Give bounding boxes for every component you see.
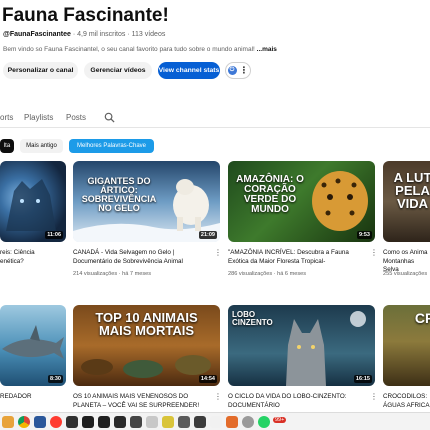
- title-line: reis: Ciência: [0, 249, 35, 256]
- video-title[interactable]: CROCODILOS: ÁGUAS AFRICA: [383, 393, 430, 410]
- chip-recent[interactable]: lta: [0, 139, 14, 153]
- more-vert-icon[interactable]: ⋮: [370, 393, 378, 401]
- video-title[interactable]: CANADÁ - Vida Selvagem no Gelo | Documen…: [73, 249, 213, 266]
- opera-icon[interactable]: [50, 416, 62, 428]
- channel-description[interactable]: Bem vindo so Fauna Fascinantel, o seu ca…: [3, 46, 277, 53]
- tab-posts[interactable]: Posts: [66, 113, 86, 122]
- title-line: ÁGUAS AFRICA: [383, 401, 430, 409]
- search-icon[interactable]: [104, 112, 115, 123]
- os-taskbar: 99+: [0, 412, 430, 430]
- app-icon[interactable]: [162, 416, 174, 428]
- title-line: "AMAZÔNIA INCRÍVEL: Descubra a Fauna: [228, 249, 349, 256]
- title-line: CANADÁ - Vida Selvagem no Gelo |: [73, 249, 175, 256]
- video-title[interactable]: O CICLO DA VIDA DO LOBO-CINZENTO: DOCUME…: [228, 393, 368, 410]
- title-line: Como os Anima: [383, 249, 428, 256]
- video-meta: 255 visualizações: [383, 271, 428, 277]
- app-icon[interactable]: [34, 416, 46, 428]
- duration-badge: 21:09: [198, 231, 217, 239]
- app-icon[interactable]: [98, 416, 110, 428]
- thumbnail-overlay-text: CR: [414, 310, 430, 326]
- thumbnail-overlay-text: GIGANTES DO ÁRTICO: SOBREVIVÊNCIA NO GEL…: [81, 176, 157, 213]
- video-title[interactable]: reis: Ciência enética?: [0, 249, 66, 266]
- customize-channel-button[interactable]: Personalizar o canal: [3, 62, 78, 79]
- video-meta: 214 visualizações · há 7 meses: [73, 271, 152, 277]
- title-line: OS 10 ANIMAIS MAIS VENENOSOS DO: [73, 393, 189, 400]
- app-icon[interactable]: [146, 416, 158, 428]
- app-icon[interactable]: [226, 416, 238, 428]
- channel-tabs: orts Playlists Posts: [0, 108, 430, 128]
- video-title[interactable]: REDADOR: [0, 393, 66, 402]
- channel-handle: @FaunaFascinantee: [3, 31, 71, 38]
- view-channel-stats-button[interactable]: View channel stats: [158, 62, 220, 79]
- description-text: Bem vindo so Fauna Fascinantel, o seu ca…: [3, 46, 255, 53]
- video-title[interactable]: OS 10 ANIMAIS MAIS VENENOSOS DO PLANETA …: [73, 393, 213, 410]
- more-vert-icon[interactable]: ⋮: [214, 249, 222, 257]
- title-line: DOCUMENTÁRIO: [228, 401, 280, 409]
- video-meta: 286 visualizações · há 6 meses: [228, 271, 307, 277]
- video-title[interactable]: "AMAZÔNIA INCRÍVEL: Descubra a Fauna Exó…: [228, 249, 368, 266]
- video-count: 113 vídeos: [131, 31, 166, 38]
- app-icon[interactable]: [194, 416, 206, 428]
- more-vert-icon: ⋮: [239, 65, 249, 75]
- duration-badge: 14:54: [198, 375, 217, 383]
- chrome-icon[interactable]: [18, 416, 30, 428]
- tab-shorts[interactable]: orts: [0, 113, 13, 122]
- wolf-silhouette-icon: [6, 179, 56, 231]
- shark-icon: [2, 325, 64, 359]
- thumbnail-overlay-text: LOBO CINZENTO: [232, 310, 273, 327]
- more-link[interactable]: ...mais: [257, 46, 277, 53]
- app-icon[interactable]: [178, 416, 190, 428]
- title-line: Documentário de Sobrevivência Animal: [73, 257, 183, 265]
- app-icon[interactable]: [66, 416, 78, 428]
- video-thumbnail[interactable]: 8:30: [0, 305, 66, 386]
- thumbnail-overlay-text: AMAZÔNIA: O CORAÇÃO VERDE DO MUNDO: [236, 174, 304, 215]
- manage-videos-button[interactable]: Gerenciar vídeos: [84, 62, 152, 79]
- app-icon[interactable]: [130, 416, 142, 428]
- video-thumbnail[interactable]: CR: [383, 305, 430, 386]
- tab-playlists[interactable]: Playlists: [24, 113, 53, 122]
- duration-badge: 9:53: [356, 231, 372, 239]
- video-thumbnail[interactable]: 11:06: [0, 161, 66, 242]
- channel-title: Fauna Fascinante!: [2, 5, 169, 26]
- chip-best-keywords[interactable]: Melhores Palavras-Chave: [69, 139, 154, 153]
- thumbnail-overlay-text: TOP 10 ANIMAIS MAIS MORTAIS: [95, 310, 198, 338]
- title-line: REDADOR: [0, 393, 32, 400]
- title-line: Exótica da Maior Floresta Tropical-: [228, 257, 326, 265]
- app-icon[interactable]: [210, 416, 222, 428]
- file-explorer-icon[interactable]: [2, 416, 14, 428]
- app-icon[interactable]: [114, 416, 126, 428]
- channel-meta: @FaunaFascinantee · 4,9 mil inscritos · …: [3, 31, 165, 38]
- whatsapp-icon[interactable]: [258, 416, 270, 428]
- video-thumbnail[interactable]: LOBO CINZENTO 16:15: [228, 305, 375, 386]
- title-line: enética?: [0, 257, 24, 265]
- notification-badge: 99+: [273, 417, 287, 423]
- duration-badge: 11:06: [45, 231, 63, 239]
- video-thumbnail[interactable]: A LUT PELA VIDA: [383, 161, 430, 242]
- title-line: CROCODILOS:: [383, 393, 428, 400]
- capcut-icon[interactable]: [82, 416, 94, 428]
- more-vert-icon[interactable]: ⋮: [370, 249, 378, 257]
- more-vert-icon[interactable]: ⋮: [214, 393, 222, 401]
- title-line: PLANETA – VOCÊ VAI SE SURPREENDER!: [73, 401, 200, 409]
- video-thumbnail[interactable]: GIGANTES DO ÁRTICO: SOBREVIVÊNCIA NO GEL…: [73, 161, 220, 242]
- thumbnail-overlay-text: A LUT PELA VIDA: [393, 170, 430, 211]
- app-icon[interactable]: [242, 416, 254, 428]
- analytics-icon: ⏻: [227, 66, 237, 75]
- chip-oldest[interactable]: Mais antigo: [20, 139, 63, 153]
- duration-badge: 16:15: [353, 375, 372, 383]
- video-thumbnail[interactable]: AMAZÔNIA: O CORAÇÃO VERDE DO MUNDO 9:53: [228, 161, 375, 242]
- channel-options-button[interactable]: ⏻ ⋮: [225, 62, 251, 79]
- video-thumbnail[interactable]: TOP 10 ANIMAIS MAIS MORTAIS 14:54: [73, 305, 220, 386]
- title-line: O CICLO DA VIDA DO LOBO-CINZENTO:: [228, 393, 347, 400]
- subscriber-count: 4,9 mil inscritos: [77, 31, 126, 38]
- duration-badge: 8:30: [47, 375, 63, 383]
